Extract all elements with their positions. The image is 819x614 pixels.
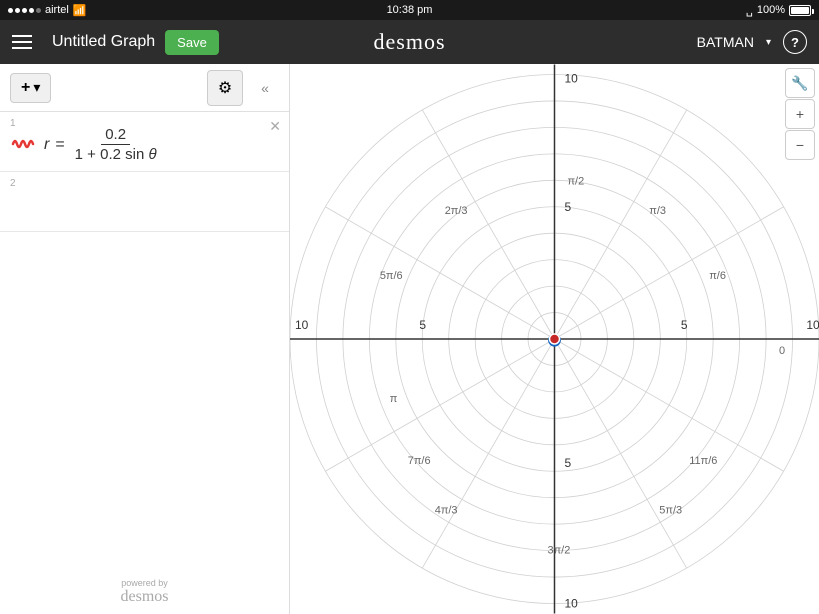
center-point: [550, 334, 560, 344]
expression-formula-1[interactable]: r = 0.2 1 + 0.2 sin θ: [44, 120, 279, 163]
angle-7pi6: 7π/6: [408, 455, 431, 467]
y-label-5-neg: 5: [564, 456, 571, 470]
battery-level: 100%: [757, 4, 785, 16]
signal-dots: [8, 8, 41, 13]
angle-0: 0: [779, 345, 785, 357]
delete-expression-button[interactable]: ✕: [269, 118, 281, 135]
polar-graph: .grid-line { stroke: #d0d0d0; stroke-wid…: [290, 64, 819, 614]
angle-5pi6: 5π/6: [380, 270, 403, 282]
carrier-name: airtel: [45, 4, 69, 16]
angle-pi3: π/3: [649, 205, 666, 217]
x-label-10-right: 10: [806, 318, 819, 332]
y-label-10-top: 10: [564, 71, 578, 85]
plus-icon: +: [21, 79, 30, 97]
powered-by-text: powered by: [12, 578, 277, 588]
powered-by-section: powered by desmos: [0, 570, 289, 614]
bluetooth-icon: ␣: [746, 4, 753, 17]
gear-icon: ⚙: [218, 78, 232, 98]
expression-list: 1 r = 0.2 1 + 0.2 sin: [0, 112, 289, 570]
chevrons-left-icon: «: [261, 80, 269, 96]
formula-equals-sign: =: [55, 136, 64, 154]
expression-color-icon-1: [10, 133, 36, 159]
angle-4pi3: 4π/3: [435, 505, 458, 517]
angle-pi2: π/2: [567, 175, 584, 187]
angle-2pi3: 2π/3: [445, 205, 468, 217]
graph-tools: 🔧 + −: [781, 64, 819, 164]
x-label-10-left: 10: [295, 318, 309, 332]
angle-11pi6: 11π/6: [689, 455, 717, 467]
status-right: ␣ 100%: [746, 4, 811, 17]
expression-item-1[interactable]: 1 r = 0.2 1 + 0.2 sin: [0, 112, 289, 172]
desmos-brand: desmos: [121, 588, 169, 605]
status-left: airtel 📶: [8, 4, 87, 17]
angle-5pi3: 5π/3: [659, 505, 682, 517]
panel-toolbar: + ▾ ⚙ «: [0, 64, 289, 112]
angle-pi6: π/6: [709, 270, 726, 282]
left-panel: + ▾ ⚙ « 1: [0, 64, 290, 614]
y-label-5: 5: [564, 200, 571, 214]
angle-3pi2: 3π/2: [548, 545, 571, 557]
graph-title: Untitled Graph: [52, 33, 155, 51]
formula-r-equals: r: [44, 136, 49, 154]
save-button[interactable]: Save: [165, 30, 219, 55]
top-nav: Untitled Graph Save desmos BATMAN ▾ ?: [0, 20, 819, 64]
user-dropdown-arrow[interactable]: ▾: [766, 37, 771, 48]
settings-button[interactable]: ⚙: [207, 70, 243, 106]
menu-button[interactable]: [12, 28, 40, 56]
user-section: BATMAN ▾ ?: [697, 30, 807, 54]
status-bar: airtel 📶 10:38 pm ␣ 100%: [0, 0, 819, 20]
status-time: 10:38 pm: [387, 4, 433, 16]
zoom-out-button[interactable]: −: [785, 130, 815, 160]
help-button[interactable]: ?: [783, 30, 807, 54]
x-label-5: 5: [681, 318, 688, 332]
main-content: + ▾ ⚙ « 1: [0, 64, 819, 614]
desmos-logo: desmos: [374, 29, 446, 55]
collapse-panel-button[interactable]: «: [251, 74, 279, 102]
zoom-in-button[interactable]: +: [785, 99, 815, 129]
expr-number-2: 2: [10, 178, 16, 189]
expression-item-2[interactable]: 2: [0, 172, 289, 232]
add-chevron: ▾: [33, 79, 40, 96]
battery-icon: [789, 5, 811, 16]
graph-area[interactable]: 🔧 + − .grid-line { stroke: #d0d0d0; stro…: [290, 64, 819, 614]
x-label-5-neg: 5: [419, 318, 426, 332]
y-label-10-bottom: 10: [564, 596, 578, 610]
wifi-icon: 📶: [73, 4, 87, 17]
username[interactable]: BATMAN: [697, 34, 754, 50]
expr-number-1: 1: [10, 118, 16, 129]
wrench-button[interactable]: 🔧: [785, 68, 815, 98]
fraction: 0.2 1 + 0.2 sin θ: [71, 126, 161, 163]
add-expression-button[interactable]: + ▾: [10, 73, 51, 103]
angle-pi: π: [390, 393, 398, 405]
wave-icon: [11, 132, 35, 160]
